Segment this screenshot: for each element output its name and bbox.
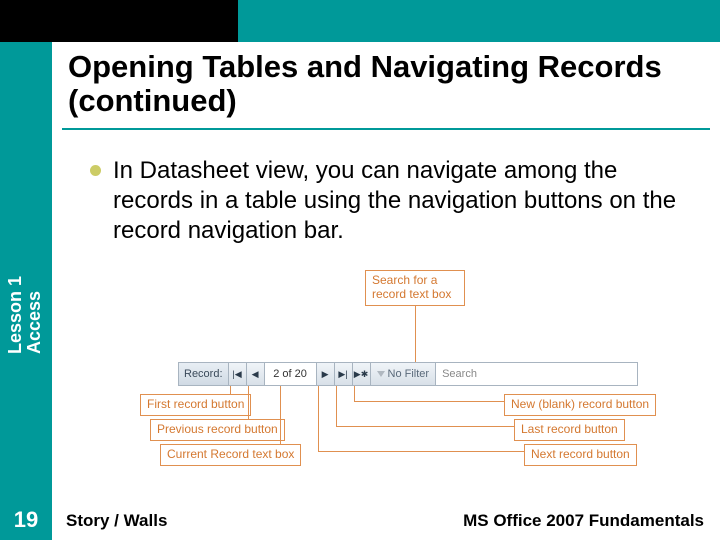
callout-last-record: Last record button [514,419,625,441]
leader [280,386,281,451]
no-filter-text: No Filter [388,368,430,380]
footer-left: Story / Walls [66,511,167,531]
bullet-text: In Datasheet view, you can navigate amon… [113,156,698,246]
leader [318,451,524,452]
callout-previous-record: Previous record button [150,419,285,441]
sidebar-line-1: Access [25,234,44,354]
footer-right: MS Office 2007 Fundamentals [463,511,704,531]
corner-block [0,0,238,42]
search-textbox[interactable]: Search [436,363,637,385]
first-record-button[interactable]: |◀ [229,363,247,385]
leader [354,401,504,402]
navigation-bar-diagram: Search for a record text box Record: |◀ … [90,270,690,480]
navbar-label: Record: [179,363,229,385]
leader [318,386,319,451]
record-navigation-bar: Record: |◀ ◀ 2 of 20 ▶ ▶| ▶✱ No Filter S… [178,362,638,386]
new-record-button[interactable]: ▶✱ [353,363,371,385]
callout-next-record: Next record button [524,444,637,466]
slide-title: Opening Tables and Navigating Records (c… [68,50,700,118]
slide: Lesson 1 Access 19 Opening Tables and Na… [0,0,720,540]
next-record-button[interactable]: ▶ [317,363,335,385]
leader [354,386,355,401]
previous-record-button[interactable]: ◀ [247,363,265,385]
sidebar-line-2: Lesson 1 [6,234,25,354]
bullet-item: In Datasheet view, you can navigate amon… [90,156,698,246]
footer: Story / Walls MS Office 2007 Fundamental… [66,511,704,531]
callout-current-record: Current Record text box [160,444,301,466]
title-rule [62,128,710,130]
funnel-icon [377,371,385,377]
bullet-icon [90,165,101,176]
current-record-textbox[interactable]: 2 of 20 [265,363,317,385]
callout-new-record: New (blank) record button [504,394,656,416]
page-number: 19 [0,500,52,540]
no-filter-indicator[interactable]: No Filter [371,363,437,385]
last-record-button[interactable]: ▶| [335,363,353,385]
sidebar-label: Lesson 1 Access [6,234,44,354]
callout-first-record: First record button [140,394,251,416]
content-panel: Opening Tables and Navigating Records (c… [52,42,720,540]
callout-search-box: Search for a record text box [365,270,465,306]
leader [336,426,514,427]
leader [336,386,337,426]
leader [415,306,416,362]
